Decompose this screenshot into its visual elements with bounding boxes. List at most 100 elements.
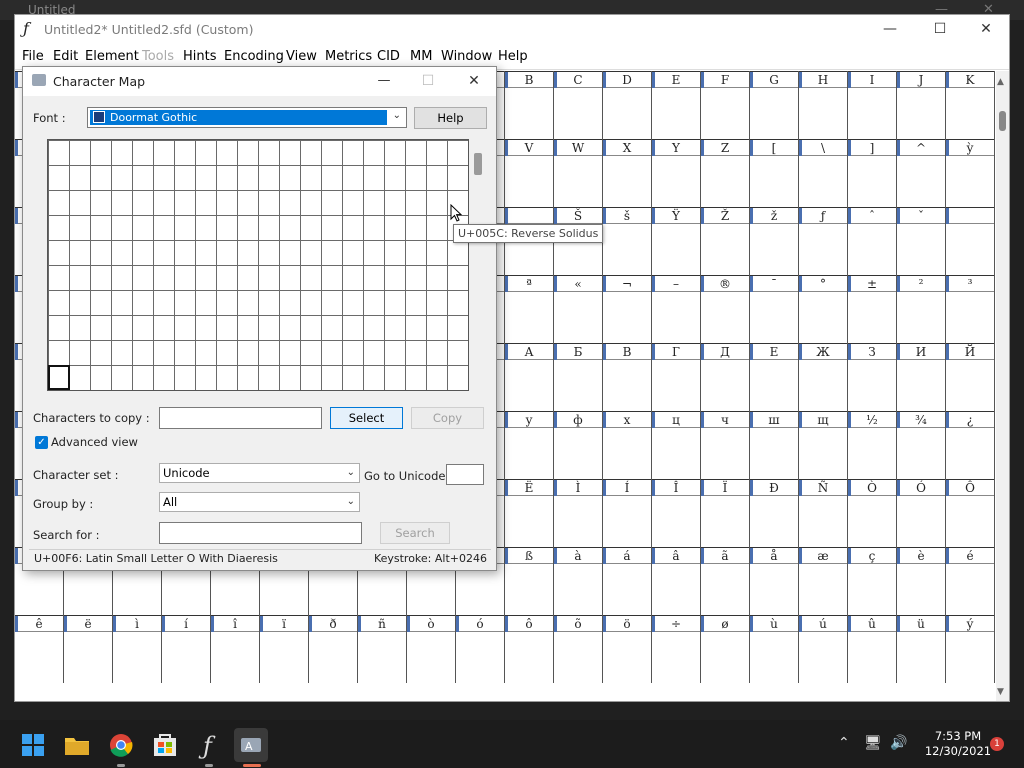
glyph-cell[interactable]: D [603,71,652,139]
search-button[interactable]: Search [380,522,450,544]
font-select[interactable]: Doormat Gothic ⌄ [87,107,407,128]
glyph-cell[interactable]: ò [407,615,456,683]
glyph-cell[interactable]: ˆ [848,207,897,275]
character-grid[interactable] [47,139,469,391]
glyph-cell[interactable]: Í [603,479,652,547]
glyph-cell[interactable]: J [897,71,946,139]
glyph-cell[interactable]: ø [701,615,750,683]
glyph-cell[interactable]: ú [799,615,848,683]
chrome-button[interactable] [104,728,138,762]
glyph-cell[interactable]: Г [652,343,701,411]
glyph-cell[interactable]: Ô [946,479,995,547]
goto-unicode-input[interactable] [446,464,484,485]
maximize-button[interactable]: ☐ [917,15,963,44]
glyph-cell[interactable]: Ñ [799,479,848,547]
glyph-cell[interactable]: ц [652,411,701,479]
glyph-cell[interactable]: î [211,615,260,683]
glyph-cell[interactable]: щ [799,411,848,479]
group-by-select[interactable]: All ⌄ [159,492,360,512]
search-input[interactable] [159,522,362,544]
menu-mm[interactable]: MM [410,49,432,64]
scroll-thumb[interactable] [999,111,1006,131]
glyph-cell[interactable]: à [554,547,603,615]
advanced-view-checkbox[interactable]: ✓ [35,436,48,449]
menu-hints[interactable]: Hints [183,49,217,64]
glyph-cell[interactable]: ç [848,547,897,615]
glyph-cell[interactable]: Ë [505,479,554,547]
glyph-cell[interactable]: ù [750,615,799,683]
notification-badge[interactable]: 1 [990,737,1004,751]
network-icon[interactable]: 🖥 [864,735,882,751]
glyph-cell[interactable]: ф [554,411,603,479]
start-button[interactable] [16,728,50,762]
menu-metrics[interactable]: Metrics [325,49,372,64]
glyph-cell[interactable]: В [603,343,652,411]
glyph-cell[interactable]: ÷ [652,615,701,683]
glyph-cell[interactable]: ¯ [750,275,799,343]
glyph-cell[interactable]: Z [701,139,750,207]
glyph-cell[interactable]: Ì [554,479,603,547]
glyph-cell[interactable]: õ [554,615,603,683]
character-grid-scroll-thumb[interactable] [474,153,482,175]
menu-edit[interactable]: Edit [53,49,78,64]
glyph-cell[interactable]: ч [701,411,750,479]
glyph-cell[interactable]: á [603,547,652,615]
glyph-cell[interactable]: G [750,71,799,139]
glyph-cell[interactable]: B [505,71,554,139]
menu-window[interactable]: Window [441,49,492,64]
glyph-cell[interactable]: æ [799,547,848,615]
glyph-cell[interactable]: ỳ [946,139,995,207]
glyph-cell[interactable]: H [799,71,848,139]
volume-icon[interactable]: 🔊 [890,735,907,751]
glyph-cell[interactable]: \ [799,139,848,207]
fontforge-taskbar-button[interactable]: ƒ [192,728,226,762]
glyph-cell[interactable]: Ž [701,207,750,275]
glyph-cell[interactable]: Д [701,343,750,411]
file-explorer-button[interactable] [60,728,94,762]
glyph-cell[interactable]: ˇ [897,207,946,275]
glyph-cell[interactable]: ï [260,615,309,683]
minimize-button[interactable]: — [867,15,913,44]
glyph-cell[interactable]: K [946,71,995,139]
glyph-cell[interactable]: ž [750,207,799,275]
scroll-up-icon[interactable]: ▲ [997,77,1004,87]
glyph-cell[interactable]: Ÿ [652,207,701,275]
charmap-taskbar-button[interactable]: A [234,728,268,762]
glyph-cell[interactable]: Ð [750,479,799,547]
character-set-select[interactable]: Unicode ⌄ [159,463,360,483]
glyph-cell[interactable] [946,207,995,275]
glyph-cell[interactable]: ° [799,275,848,343]
glyph-cell[interactable]: ш [750,411,799,479]
glyph-cell[interactable]: ª [505,275,554,343]
close-button[interactable]: ✕ [963,15,1009,44]
glyph-cell[interactable]: [ [750,139,799,207]
glyph-cell[interactable]: ð [309,615,358,683]
help-button[interactable]: Help [414,107,487,129]
glyph-cell[interactable]: А [505,343,554,411]
menu-view[interactable]: View [286,49,317,64]
glyph-cell[interactable]: ñ [358,615,407,683]
glyph-cell[interactable]: ƒ [799,207,848,275]
glyph-cell[interactable]: ½ [848,411,897,479]
menu-element[interactable]: Element [85,49,139,64]
selected-character-cell[interactable] [48,365,70,390]
menu-tools[interactable]: Tools [142,49,174,64]
glyph-cell[interactable]: ¿ [946,411,995,479]
glyph-cell[interactable]: ó [456,615,505,683]
glyph-cell[interactable]: š [603,207,652,275]
glyph-cell[interactable]: ß [505,547,554,615]
glyph-cell[interactable]: è [897,547,946,615]
glyph-cell[interactable]: ê [15,615,64,683]
glyph-cell[interactable]: Ò [848,479,897,547]
glyph-cell[interactable]: – [652,275,701,343]
charmap-close-button[interactable]: ✕ [451,67,497,96]
glyph-cell[interactable]: í [162,615,211,683]
chars-to-copy-input[interactable] [159,407,322,429]
glyph-cell[interactable]: I [848,71,897,139]
glyph-cell[interactable]: ¾ [897,411,946,479]
glyph-cell[interactable]: ± [848,275,897,343]
glyph-cell[interactable]: C [554,71,603,139]
glyph-cell[interactable]: ì [113,615,162,683]
copy-button[interactable]: Copy [411,407,484,429]
glyph-cell[interactable]: Ó [897,479,946,547]
